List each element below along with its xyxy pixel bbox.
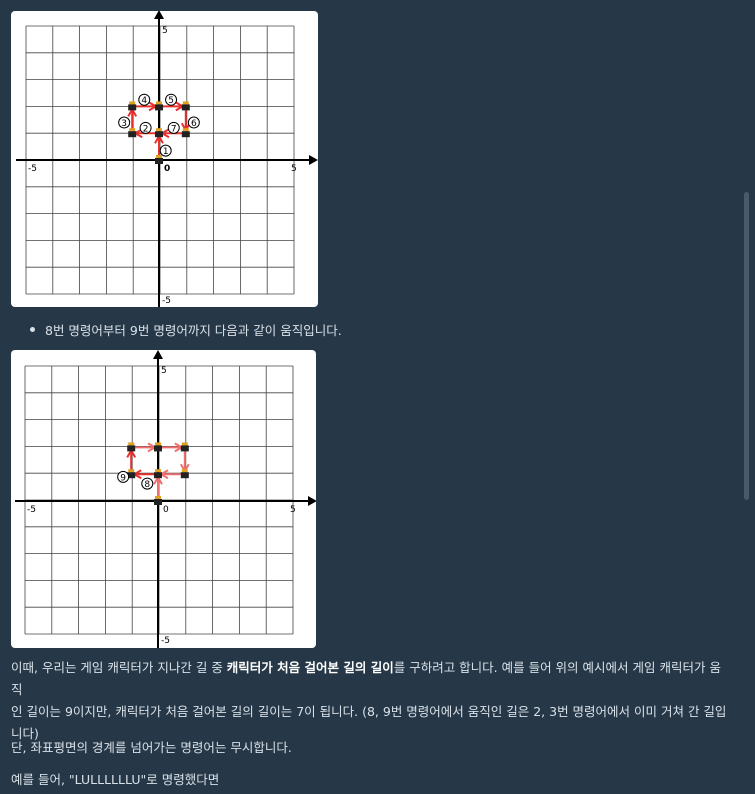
- bullet-dot: [30, 327, 35, 332]
- figure-1: 5 -5 -5 5 0 1 2 3 4 5 6 7: [11, 11, 318, 307]
- character-icon: [156, 101, 162, 105]
- x-right-label: 5: [291, 164, 297, 174]
- character-icon: [155, 496, 161, 499]
- character-icon: [154, 445, 162, 452]
- character-icon: [182, 128, 189, 132]
- character-icon: [154, 472, 162, 479]
- para1-bold: 캐릭터가 처음 걸어본 길의 길이: [226, 660, 394, 675]
- character-icon: [156, 128, 162, 132]
- coordinate-plane-2: 5 -5 -5 5 0 8 9: [15, 350, 316, 648]
- y-top-label: 5: [161, 366, 167, 376]
- character-icon: [128, 104, 137, 111]
- step-marker-label: 3: [121, 119, 127, 129]
- step-marker-label: 4: [141, 96, 147, 106]
- step-marker-label: 9: [120, 473, 126, 483]
- character-icon: [155, 104, 163, 111]
- character-icon: [156, 155, 162, 158]
- character-icon: [180, 472, 189, 479]
- paragraph-example: 예를 들어, "LULLLLLLU"로 명령했다면: [11, 772, 220, 787]
- y-axis-arrow: [154, 11, 164, 19]
- step-marker-label: 1: [163, 147, 169, 157]
- character-icon: [181, 442, 188, 446]
- bullet-text: 8번 명령어부터 9번 명령어까지 다음과 같이 움직입니다.: [45, 323, 342, 338]
- character-icon: [129, 128, 136, 132]
- character-icon: [127, 445, 136, 452]
- paragraph-explanation: 이때, 우리는 게임 캐릭터가 지나간 길 중 캐릭터가 처음 걸어본 길의 길…: [11, 657, 731, 745]
- character-icon: [155, 469, 161, 473]
- y-bottom-label: -5: [161, 636, 170, 646]
- character-icon: [129, 101, 136, 105]
- x-axis-arrow: [308, 496, 316, 506]
- x-left-label: -5: [27, 505, 36, 515]
- para1-line2: 인 길이는 9이지만, 캐릭터가 처음 걸어본 길의 길이는 7이 됩니다. (…: [11, 704, 727, 719]
- character-icon: [181, 131, 190, 138]
- x-right-label: 5: [290, 505, 296, 515]
- step-marker-label: 8: [144, 480, 150, 490]
- step-marker-label: 6: [191, 119, 197, 129]
- step-marker-label: 5: [168, 96, 174, 106]
- coordinate-plane-1: 5 -5 -5 5 0 1 2 3 4 5 6 7: [16, 11, 318, 307]
- origin-label: 0: [163, 505, 169, 515]
- character-icon: [181, 104, 190, 111]
- character-icon: [155, 131, 163, 138]
- paragraph-boundary-note: 단, 좌표평면의 경계를 넘어가는 명령어는 무시합니다.: [11, 740, 292, 755]
- character-icon: [154, 499, 162, 505]
- character-icon: [155, 158, 163, 164]
- x-axis-arrow: [309, 155, 318, 165]
- step-marker-label: 2: [143, 124, 149, 134]
- character-icon: [128, 442, 135, 446]
- character-icon: [128, 131, 137, 138]
- y-bottom-label: -5: [162, 296, 171, 306]
- scrollbar-thumb[interactable]: [744, 192, 749, 500]
- character-icon: [128, 469, 135, 473]
- y-top-label: 5: [162, 26, 168, 36]
- character-icon: [181, 469, 188, 473]
- bullet-item: 8번 명령어부터 9번 명령어까지 다음과 같이 움직입니다.: [30, 320, 342, 339]
- step-marker-label: 7: [171, 124, 177, 134]
- y-axis-arrow: [153, 350, 163, 359]
- character-icon: [182, 101, 189, 105]
- origin-label: 0: [164, 164, 170, 174]
- para1-before: 이때, 우리는 게임 캐릭터가 지나간 길 중: [11, 660, 227, 675]
- x-left-label: -5: [28, 164, 37, 174]
- figure-2: 5 -5 -5 5 0 8 9: [11, 350, 316, 648]
- character-icon: [155, 442, 161, 446]
- character-icon: [180, 445, 189, 452]
